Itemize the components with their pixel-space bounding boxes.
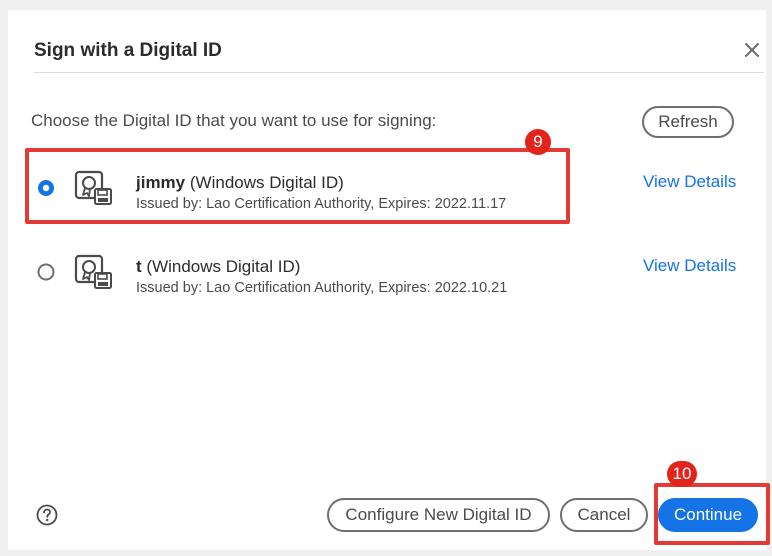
cancel-button[interactable]: Cancel	[560, 498, 648, 532]
digital-id-issuer: Issued by: Lao Certification Authority, …	[136, 280, 508, 296]
certificate-icon	[74, 254, 112, 289]
title-divider	[34, 72, 764, 73]
help-icon[interactable]	[36, 504, 58, 526]
highlight-box-continue	[654, 483, 770, 545]
step-badge-10: 10	[667, 461, 697, 487]
refresh-button[interactable]: Refresh	[642, 106, 734, 138]
digital-id-type: (Windows Digital ID)	[146, 257, 301, 276]
sign-digital-id-dialog: Sign with a Digital ID Choose the Digita…	[8, 10, 766, 550]
dialog-title: Sign with a Digital ID	[34, 40, 222, 61]
configure-new-digital-id-button[interactable]: Configure New Digital ID	[327, 498, 550, 532]
highlight-box-select-id	[25, 148, 570, 224]
close-icon[interactable]	[741, 39, 763, 61]
view-details-link[interactable]: View Details	[643, 172, 736, 192]
digital-id-row-t[interactable]: t (Windows Digital ID) Issued by: Lao Ce…	[28, 237, 758, 307]
digital-id-username: t	[136, 257, 142, 276]
digital-id-name: t (Windows Digital ID)	[136, 257, 300, 277]
step-badge-9: 9	[525, 129, 551, 155]
instruction-text: Choose the Digital ID that you want to u…	[31, 111, 437, 130]
view-details-link[interactable]: View Details	[643, 256, 736, 276]
radio-unselected-icon[interactable]	[37, 263, 55, 281]
